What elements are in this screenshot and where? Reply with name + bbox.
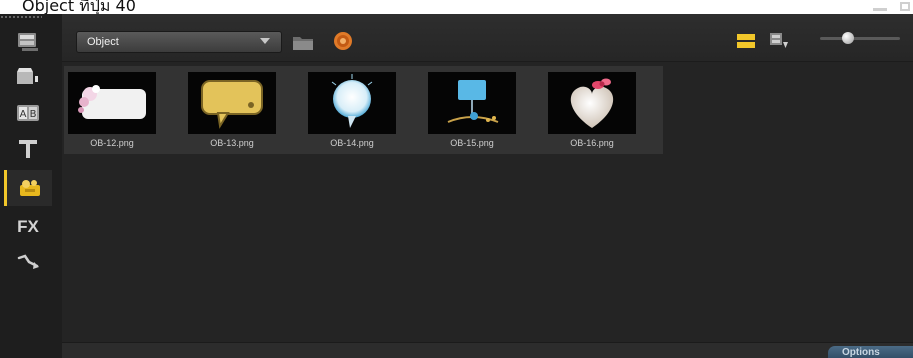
options-button[interactable]: Options [828,346,913,358]
thumbnail-item[interactable]: OB-16.png [544,66,664,154]
graphic-object-icon[interactable] [4,170,52,206]
svg-text:A: A [20,109,27,120]
thumbnail-label: OB-14.png [330,138,374,148]
app-window: A B FX Object OB-12.png OB-13.png OB-14.… [0,2,913,358]
thumbnail-strip: OB-12.png OB-13.png OB-14.png OB-15.png … [64,66,663,154]
library-toolbar: Object [62,2,913,62]
thumbnail-item[interactable]: OB-15.png [424,66,544,154]
fx-filter-icon: FX [17,217,39,236]
thumbnail-label: OB-12.png [90,138,134,148]
thumbnail-image [68,72,156,134]
library-grid: OB-12.png OB-13.png OB-14.png OB-15.png … [62,62,913,342]
thumbnail-view-icon[interactable] [735,32,757,50]
zoom-slider-handle[interactable] [842,32,854,44]
library-sidebar: A B FX [0,14,62,358]
thumbnail-image [308,72,396,134]
motion-path-icon[interactable] [6,246,50,280]
thumbnail-label: OB-13.png [210,138,254,148]
thumbnail-item[interactable]: OB-14.png [304,66,424,154]
instant-project-icon[interactable] [6,60,50,94]
transition-icon[interactable]: A B [6,96,50,130]
chevron-down-icon[interactable] [260,38,270,44]
thumbnail-label: OB-16.png [570,138,614,148]
fx-filter-button[interactable]: FX [6,210,50,244]
thumbnail-image [428,72,516,134]
thumbnail-item[interactable]: OB-12.png [64,66,184,154]
caption-bar: Object ที่ปุ่ม 40 [0,0,913,14]
maximize-icon[interactable] [900,2,910,11]
svg-text:B: B [30,109,37,120]
category-dropdown[interactable]: Object [76,31,282,53]
panel-grip[interactable] [0,15,42,19]
caption-text: Object ที่ปุ่ม 40 [22,0,136,14]
thumbnail-image [188,72,276,134]
sort-icon[interactable] [767,30,791,52]
library-main: Object OB-12.png OB-13.png OB-14.png OB-… [62,2,913,358]
thumbnail-image [548,72,636,134]
zoom-slider[interactable] [820,37,900,40]
thumbnail-item[interactable]: OB-13.png [184,66,304,154]
media-icon[interactable] [6,24,50,58]
thumbnail-label: OB-15.png [450,138,494,148]
title-icon[interactable] [6,132,50,166]
folder-icon[interactable] [290,30,316,54]
minimize-icon[interactable] [873,8,887,11]
import-icon[interactable] [330,28,356,54]
status-bar: Options [62,342,913,358]
